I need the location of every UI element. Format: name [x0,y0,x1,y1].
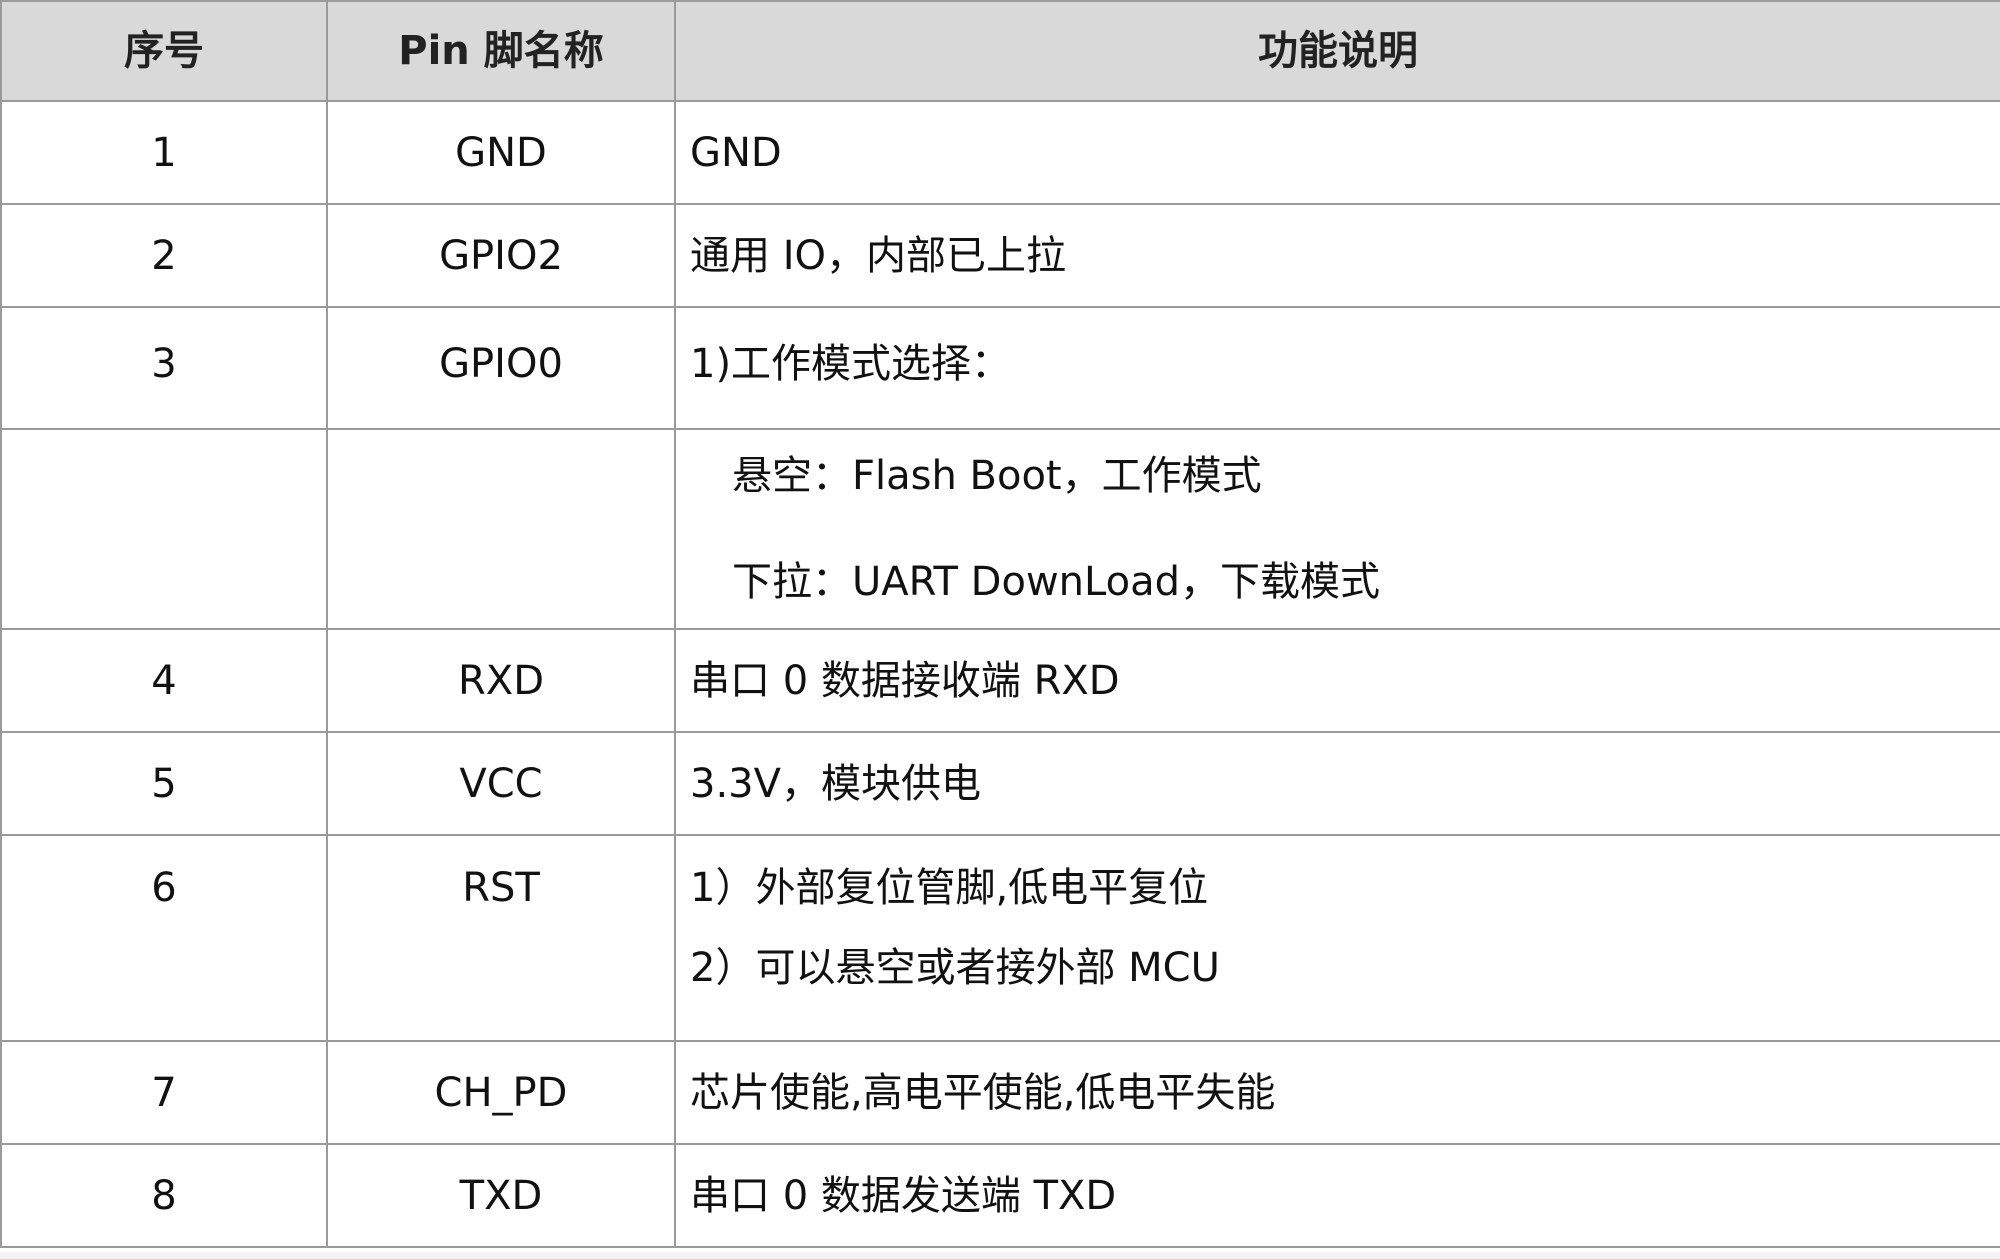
row-pin-name: GND [326,100,676,205]
mode-option-floating: 悬空：Flash Boot，工作模式 [732,453,1262,499]
row-index: 5 [0,731,328,836]
row-description: 串口 0 数据发送端 TXD [674,1143,2000,1248]
table-row: 7 CH_PD 芯片使能,高电平使能,低电平失能 [0,1040,2000,1145]
table-row: 5 VCC 3.3V，模块供电 [0,731,2000,836]
row-pin-name: GPIO2 [326,203,676,308]
pin-function-table: 序号 Pin 脚名称 功能说明 1 GND GND 2 GPIO2 通用 IO，… [0,0,2000,1248]
row-description: 悬空：Flash Boot，工作模式 下拉：UART DownLoad，下载模式 [674,428,2000,630]
row-index: 7 [0,1040,328,1145]
row-pin-name: GPIO0 [326,306,676,430]
table-row: 3 GPIO0 1)工作模式选择： [0,306,2000,430]
header-index: 序号 [0,0,328,102]
page-bottom-edge [0,1252,2000,1259]
row-description: GND [674,100,2000,205]
mode-option-pulldown: 下拉：UART DownLoad，下载模式 [732,559,1380,605]
row-description: 1)工作模式选择： [674,306,2000,430]
table-row: 悬空：Flash Boot，工作模式 下拉：UART DownLoad，下载模式 [0,428,2000,630]
row-pin-name: CH_PD [326,1040,676,1145]
row-index: 2 [0,203,328,308]
rst-note-2: 2）可以悬空或者接外部 MCU [690,945,1220,991]
row-description: 通用 IO，内部已上拉 [674,203,2000,308]
row-index: 8 [0,1143,328,1248]
row-pin-name: VCC [326,731,676,836]
row-pin-name [326,428,676,630]
row-description: 串口 0 数据接收端 RXD [674,628,2000,733]
rst-note-1: 1）外部复位管脚,低电平复位 [690,865,1209,911]
table-header-row: 序号 Pin 脚名称 功能说明 [0,0,2000,102]
table-row: 8 TXD 串口 0 数据发送端 TXD [0,1143,2000,1248]
row-description: 芯片使能,高电平使能,低电平失能 [674,1040,2000,1145]
row-index: 1 [0,100,328,205]
row-pin-name: RXD [326,628,676,733]
row-description: 1）外部复位管脚,低电平复位 2）可以悬空或者接外部 MCU [674,834,2000,1042]
row-index [0,428,328,630]
row-pin-name: RST [326,834,676,1042]
row-pin-name: TXD [326,1143,676,1248]
row-index: 4 [0,628,328,733]
table-row: 6 RST 1）外部复位管脚,低电平复位 2）可以悬空或者接外部 MCU [0,834,2000,1042]
document-page: 序号 Pin 脚名称 功能说明 1 GND GND 2 GPIO2 通用 IO，… [0,0,2000,1259]
table-row: 4 RXD 串口 0 数据接收端 RXD [0,628,2000,733]
table-row: 1 GND GND [0,100,2000,205]
row-description: 3.3V，模块供电 [674,731,2000,836]
row-index: 6 [0,834,328,1042]
row-index: 3 [0,306,328,430]
header-function-desc: 功能说明 [674,0,2000,102]
header-pin-name: Pin 脚名称 [326,0,676,102]
table-row: 2 GPIO2 通用 IO，内部已上拉 [0,203,2000,308]
